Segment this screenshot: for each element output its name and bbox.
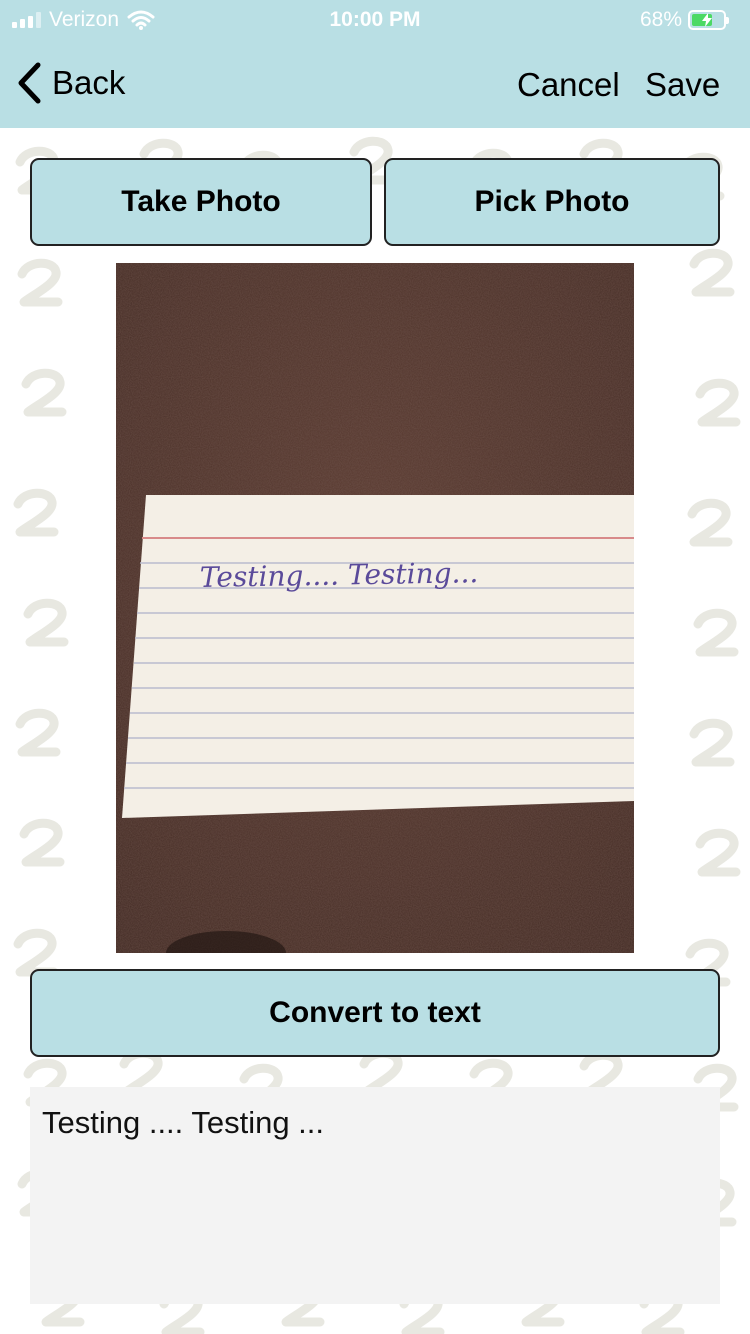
back-label: Back [52, 64, 126, 101]
result-text: Testing .... Testing ... [42, 1105, 325, 1140]
status-bar: Verizon 10:00 PM 68% [0, 0, 750, 40]
navigation-bar: Back Cancel Save [0, 58, 750, 114]
result-text-area[interactable]: Testing .... Testing ... [30, 1087, 720, 1304]
convert-to-text-button[interactable]: Convert to text [30, 969, 720, 1057]
chevron-left-icon [18, 62, 41, 104]
take-photo-button[interactable]: Take Photo [30, 158, 372, 246]
battery-icon [688, 10, 729, 30]
cancel-button[interactable]: Cancel [517, 66, 620, 104]
back-button[interactable]: Back [16, 62, 125, 104]
pick-photo-button[interactable]: Pick Photo [384, 158, 720, 246]
save-button[interactable]: Save [645, 66, 720, 104]
status-right: 68% [639, 8, 729, 32]
captured-photo: Testing.... Testing... [116, 263, 634, 953]
handwritten-text: Testing.... Testing... [200, 556, 479, 594]
battery-percent: 68% [639, 8, 682, 31]
app-header: Verizon 10:00 PM 68% Back Cancel Save [0, 0, 750, 128]
status-time: 10:00 PM [329, 8, 421, 31]
charging-bolt-icon [702, 13, 712, 27]
